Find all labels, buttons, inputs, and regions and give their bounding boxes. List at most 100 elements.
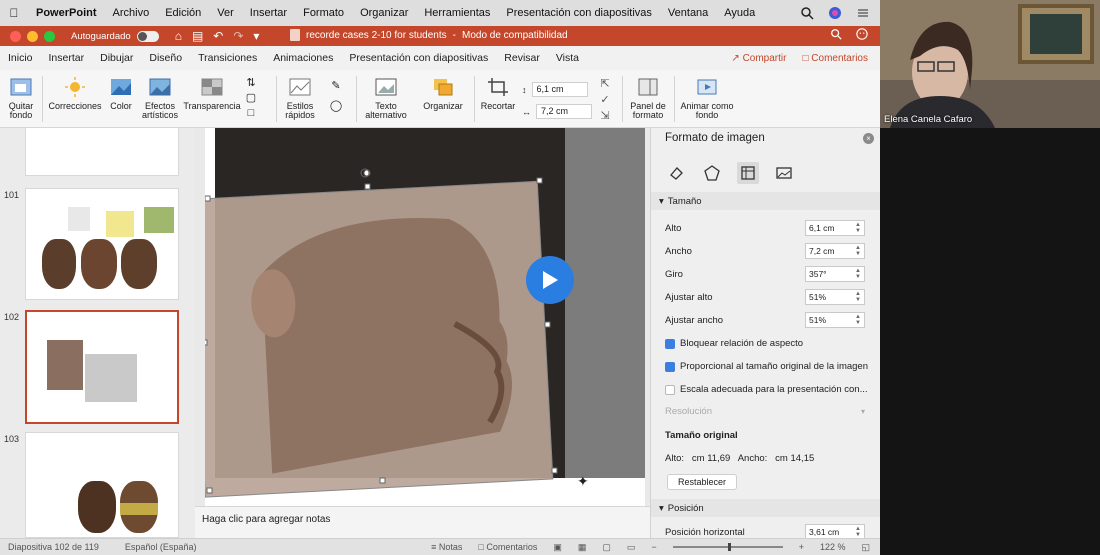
face-image [78,481,116,533]
lock-aspect-checkbox-row[interactable]: Bloquear relación de aspecto [665,338,803,349]
comments-toggle[interactable]: □ Comentarios [478,542,537,552]
autosave-label: Autoguardado [71,30,131,42]
lock-aspect-checkbox[interactable] [665,338,675,349]
slide-thumbnail-100[interactable] [25,128,179,176]
height-spinner[interactable]: 6,1 cm ▲ ▼ [805,220,865,236]
tab-inicio[interactable]: Inicio [0,52,41,64]
selected-image[interactable] [189,180,554,498]
tab-transiciones[interactable]: Transiciones [190,52,265,64]
width-input[interactable]: 7,2 cm [536,104,592,119]
cursor-icon: ✦ [577,473,589,489]
zoom-out-icon[interactable]: − [651,542,656,552]
tab-diseno[interactable]: Diseño [141,52,190,64]
format-picture-pane: Formato de imagen × ▾ Tamaño Alto 6,1 cm… [650,128,881,540]
slide-thumbnail-101[interactable] [25,188,179,300]
zoom-level[interactable]: 122 % [820,542,846,552]
menu-organizar[interactable]: Organizar [352,7,416,19]
compress-icons[interactable]: ⇅ ▢ □ [244,76,258,121]
reset-button[interactable]: Restablecer [667,474,738,490]
notes-toggle[interactable]: ≡ Notas [431,542,462,552]
search-icon[interactable] [800,6,814,20]
tab-revisar[interactable]: Revisar [496,52,548,64]
alt-text-button[interactable]: Texto alternativo [362,76,410,121]
best-scale-checkbox-row[interactable]: Escala adecuada para la presentación con… [665,384,868,395]
autosave-toggle[interactable] [136,30,159,42]
scale-height-spinner[interactable]: 51% ▲ ▼ [805,289,865,305]
zoom-in-icon[interactable]: + [799,542,804,552]
menu-ver[interactable]: Ver [209,7,242,19]
fill-line-tab-icon[interactable] [665,162,687,184]
minimize-window-button[interactable] [27,30,38,42]
home-icon[interactable]: ⌂ [175,29,182,43]
webcam-video: Elena Canela Cafaro [880,0,1100,128]
apple-icon[interactable]:  [0,6,28,20]
relative-original-checkbox[interactable] [665,361,675,372]
zoom-slider[interactable] [672,543,783,551]
menu-presentacion[interactable]: Presentación con diapositivas [498,7,660,19]
siri-icon[interactable] [828,6,842,20]
reading-view-icon[interactable]: ▢ [602,542,611,553]
height-input[interactable]: 6,1 cm [531,82,588,97]
zoom-window-button[interactable] [44,30,55,42]
chevron-down-icon: ▾ [659,195,664,207]
comments-button[interactable]: □ Comentarios [802,53,868,64]
original-size-title: Tamaño original [665,430,738,441]
menu-edicion[interactable]: Edición [157,7,209,19]
undo-icon[interactable]: ↶ [213,29,223,43]
rotation-spinner[interactable]: 357° ▲ ▼ [805,266,865,282]
menu-ayuda[interactable]: Ayuda [716,7,763,19]
language-indicator[interactable]: Español (España) [125,542,197,552]
fit-slide-icon[interactable]: ◱ [861,542,870,553]
close-window-button[interactable] [10,30,21,42]
picture-border-button[interactable]: ✎ ◯ [322,76,350,116]
tab-insertar[interactable]: Insertar [41,52,93,64]
normal-view-icon[interactable]: ▣ [553,542,562,553]
size-properties-tab-icon[interactable] [737,162,759,184]
artistic-effects-button[interactable]: Efectos artísticos [140,76,180,121]
animate-as-background-button[interactable]: Animar como fondo [680,76,734,121]
menu-formato[interactable]: Formato [295,7,352,19]
share-button[interactable]: ↗ Compartir [731,53,786,64]
slide[interactable]: ✦ [189,128,645,506]
save-icon[interactable]: ▤ [192,29,203,43]
size-options-icons[interactable]: ⇱ ✓ ⇲ [598,76,612,124]
picture-tab-icon[interactable] [773,162,795,184]
slideshow-icon[interactable]: ▭ [627,542,636,553]
control-center-icon[interactable] [856,6,870,20]
slide-sorter-icon[interactable]: ▦ [578,542,587,553]
notes-area[interactable]: Haga clic para agregar notas [195,506,650,538]
menu-ventana[interactable]: Ventana [660,7,716,19]
more-icon[interactable]: ▾ [253,29,259,43]
redo-icon[interactable]: ↷ [233,29,243,43]
arrange-button[interactable]: Organizar [420,76,466,111]
transparency-button[interactable]: Transparencia [183,76,241,111]
effects-tab-icon[interactable] [701,162,723,184]
size-section-header[interactable]: ▾ Tamaño [651,192,881,210]
tab-animaciones[interactable]: Animaciones [265,52,341,64]
smiley-icon[interactable] [856,28,868,40]
play-video-button[interactable] [526,256,574,304]
menu-app[interactable]: PowerPoint [28,7,105,19]
format-pane-button[interactable]: Panel de formato [628,76,668,121]
tab-dibujar[interactable]: Dibujar [92,52,141,64]
corrections-button[interactable]: Correcciones [48,76,102,111]
menu-insertar[interactable]: Insertar [242,7,295,19]
quick-styles-button[interactable]: Estilos rápidos [282,76,318,121]
width-spinner[interactable]: 7,2 cm ▲ ▼ [805,243,865,259]
menu-herramientas[interactable]: Herramientas [416,7,498,19]
close-icon[interactable]: × [863,133,874,144]
slide-thumbnail-103[interactable] [25,432,179,538]
position-section-header[interactable]: ▾ Posición [651,499,881,517]
menu-archivo[interactable]: Archivo [105,7,158,19]
tab-presentacion[interactable]: Presentación con diapositivas [341,52,496,64]
color-button[interactable]: Color [106,76,136,111]
pane-title: Formato de imagen [665,132,765,144]
tab-vista[interactable]: Vista [548,52,587,64]
scale-width-spinner[interactable]: 51% ▲ ▼ [805,312,865,328]
relative-original-checkbox-row[interactable]: Proporcional al tamaño original de la im… [665,361,868,372]
slide-thumbnail-102[interactable] [25,310,179,424]
search-icon[interactable] [830,28,842,40]
best-scale-checkbox[interactable] [665,384,675,395]
remove-background-button[interactable]: Quitar fondo [6,76,36,121]
crop-button[interactable]: Recortar [480,76,516,111]
